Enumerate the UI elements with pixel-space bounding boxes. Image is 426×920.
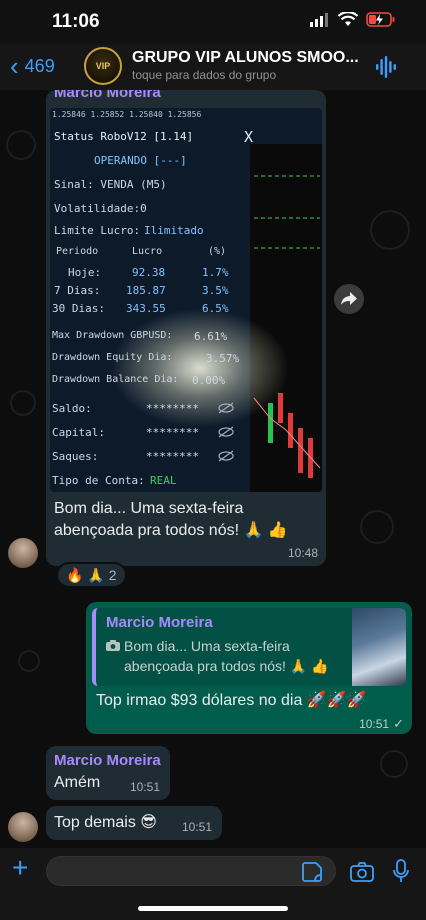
camera-small-icon xyxy=(106,640,120,651)
forward-button[interactable] xyxy=(334,284,364,314)
image-message-bubble[interactable]: Marcio Moreira 1.25846 1.25852 1.25840 1… xyxy=(46,90,326,566)
group-avatar[interactable]: VIP xyxy=(84,47,122,85)
message-input[interactable] xyxy=(46,856,336,886)
top-message-bubble[interactable]: Top demais 😎 10:51 xyxy=(46,806,222,840)
sender-name[interactable]: Marcio Moreira xyxy=(54,752,161,769)
photo-capital-masked: ******** xyxy=(146,426,199,439)
wallpaper-doodle xyxy=(360,510,394,544)
photo-max-dd-value: 6.61% xyxy=(194,330,228,343)
eye-off-icon xyxy=(218,402,234,462)
quoted-sender: Marcio Moreira xyxy=(106,614,213,631)
chat-area[interactable]: Marcio Moreira 1.25846 1.25852 1.25840 1… xyxy=(0,90,426,848)
amem-message-bubble[interactable]: Marcio Moreira Amém 10:51 xyxy=(46,746,170,800)
camera-icon[interactable] xyxy=(350,862,374,882)
reply-text: Top irmao $93 dólares no dia 🚀🚀🚀 xyxy=(96,692,367,709)
photo-row-7-lucro: 185.87 xyxy=(126,284,166,297)
reaction-count: 2 xyxy=(108,567,117,583)
trading-screenshot-photo[interactable]: 1.25846 1.25852 1.25840 1.25856 Status R… xyxy=(50,108,322,492)
input-bar: + xyxy=(0,848,426,920)
sent-check-icon: ✓ xyxy=(393,716,404,731)
message-time: 10:48 xyxy=(287,546,318,560)
photo-volatilidade: Volatilidade:0 xyxy=(54,202,147,215)
system-icons xyxy=(310,12,396,27)
home-indicator xyxy=(138,906,288,911)
reply-time: 10:51 xyxy=(359,717,390,731)
amem-time: 10:51 xyxy=(129,780,160,794)
chevron-left-icon: ‹ xyxy=(10,51,19,81)
sticker-icon[interactable] xyxy=(302,862,322,882)
photo-status-title: Status RoboV12 [1.14] xyxy=(54,130,194,143)
back-button[interactable]: ‹ 469 xyxy=(10,53,55,79)
battery-charging-icon xyxy=(366,12,395,27)
photo-dd-balance-value: 0.00% xyxy=(192,374,226,387)
clock: 11:06 xyxy=(52,11,100,32)
photo-capital: Capital: xyxy=(52,426,105,439)
top-text: Top demais 😎 xyxy=(54,814,157,831)
reply-message-bubble[interactable]: Marcio Moreira Bom dia... Uma sexta-feir… xyxy=(86,602,412,734)
photo-tipo: Tipo de Conta: xyxy=(52,474,145,487)
status-bar: 11:06 xyxy=(0,0,426,44)
photo-ticker: 1.25846 1.25852 1.25840 1.25856 xyxy=(52,110,202,119)
image-caption: Bom dia... Uma sexta-feira abençoada pra… xyxy=(54,500,288,539)
photo-col-periodo: Periodo xyxy=(56,246,99,257)
forward-arrow-icon xyxy=(341,292,357,305)
audio-wave-icon[interactable] xyxy=(376,56,396,78)
wallpaper-doodle xyxy=(18,650,40,672)
microphone-icon[interactable] xyxy=(393,859,409,883)
photo-saques: Saques: xyxy=(52,450,99,463)
photo-tipo-value: REAL xyxy=(150,474,177,487)
photo-row-30-lucro: 343.55 xyxy=(126,302,166,315)
wallpaper-doodle xyxy=(370,210,410,250)
group-avatar-text: VIP xyxy=(95,61,111,71)
photo-row-30-pct: 6.5% xyxy=(202,302,229,315)
photo-row-30: 30 Dias: xyxy=(52,302,105,315)
signal-icon xyxy=(310,12,328,27)
chat-header: ‹ 469 VIP GRUPO VIP ALUNOS SMOO... toque… xyxy=(0,44,426,90)
photo-glare xyxy=(110,308,290,428)
sender-avatar[interactable] xyxy=(8,538,38,568)
group-title[interactable]: GRUPO VIP ALUNOS SMOO... xyxy=(132,49,359,67)
top-time: 10:51 xyxy=(181,820,212,834)
photo-row-hoje-lucro: 92.38 xyxy=(132,266,166,279)
photo-saldo-masked: ******** xyxy=(146,402,199,415)
group-subtitle[interactable]: toque para dados do grupo xyxy=(132,68,276,82)
reaction-bar[interactable]: 🔥 🙏 2 xyxy=(56,562,127,588)
photo-sinal: Sinal: VENDA (M5) xyxy=(54,178,167,191)
unread-count: 469 xyxy=(24,55,55,76)
photo-dd-balance: Drawdown Balance Dia: xyxy=(52,374,179,385)
sender-name[interactable]: Marcio Moreira xyxy=(54,90,161,101)
photo-row-7-pct: 3.5% xyxy=(202,284,229,297)
photo-dd-equity-value: 3.57% xyxy=(206,352,240,365)
photo-col-lucro: Lucro xyxy=(132,246,163,257)
photo-limite-label: Limite Lucro: xyxy=(54,224,141,237)
reaction-emojis: 🔥 🙏 xyxy=(66,566,105,583)
wallpaper-doodle xyxy=(10,390,36,416)
photo-row-hoje: Hoje: xyxy=(68,266,102,279)
photo-max-dd: Max Drawdown GBPUSD: xyxy=(52,330,173,341)
photo-operando: OPERANDO [---] xyxy=(94,154,187,167)
quoted-message[interactable]: Marcio Moreira Bom dia... Uma sexta-feir… xyxy=(92,608,406,686)
reply-meta: 10:51 ✓ xyxy=(359,716,404,732)
quoted-text: Bom dia... Uma sexta-feira abençoada pra… xyxy=(124,638,329,674)
sender-avatar[interactable] xyxy=(8,812,38,842)
photo-close-glyph: X xyxy=(244,128,254,146)
wallpaper-doodle xyxy=(380,750,408,778)
amem-text: Amém xyxy=(54,774,101,791)
quoted-thumbnail xyxy=(352,608,406,686)
photo-dd-equity: Drawdown Equity Dia: xyxy=(52,352,173,363)
photo-limite-value: Ilimitado xyxy=(144,224,204,237)
wallpaper-doodle xyxy=(6,130,36,160)
photo-saldo: Saldo: xyxy=(52,402,92,415)
photo-row-7: 7 Dias: xyxy=(54,284,101,297)
plus-icon[interactable]: + xyxy=(12,854,28,882)
wifi-icon xyxy=(338,12,358,26)
photo-saques-masked: ******** xyxy=(146,450,199,463)
photo-row-hoje-pct: 1.7% xyxy=(202,266,229,279)
photo-col-pct: (%) xyxy=(208,246,227,257)
